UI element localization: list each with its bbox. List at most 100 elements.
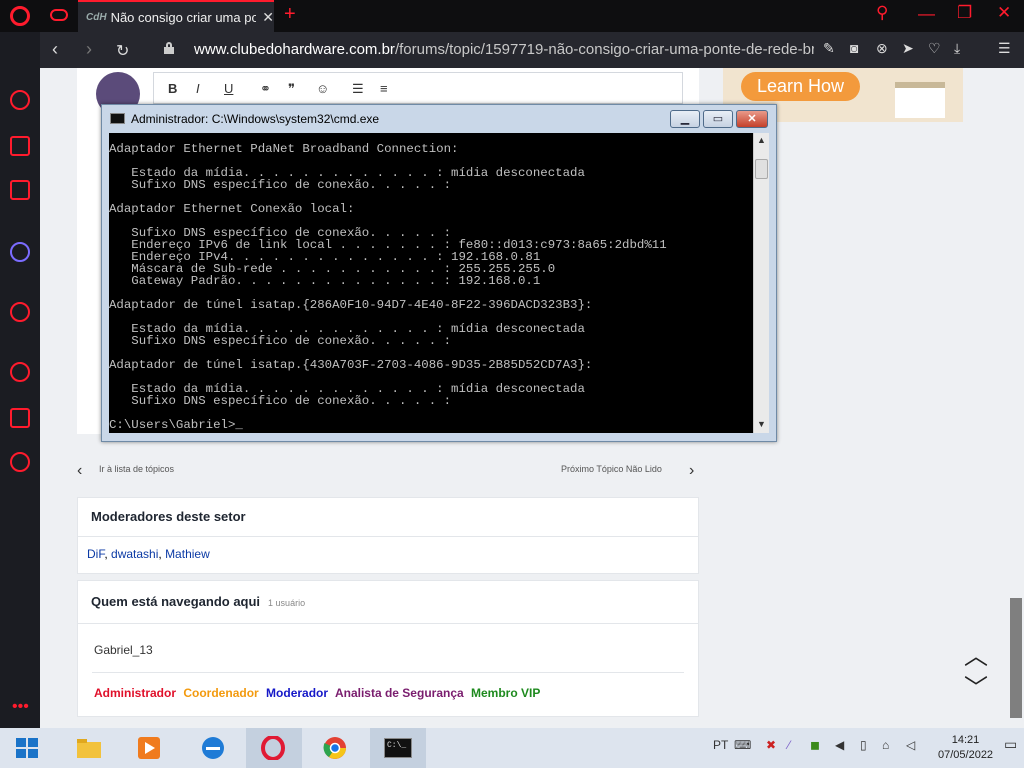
history-icon[interactable] [10,362,30,382]
clock[interactable]: 14:21 07/05/2022 [938,733,993,763]
cmd-titlebar[interactable]: Administrador: C:\Windows\system32\cmd.e… [102,105,776,133]
italic-button[interactable]: I [196,81,200,96]
bold-button[interactable]: B [168,81,177,96]
chevron-right-icon[interactable]: › [689,462,694,480]
media-player-button[interactable] [122,728,178,768]
scroll-bottom-icon[interactable]: ﹀ [964,668,988,703]
cmd-minimize-button[interactable]: ▁ [670,110,700,128]
role-coordenador: Coordenador [183,686,259,700]
edge-button[interactable] [186,728,242,768]
notifications-icon[interactable]: ▭ [1004,736,1017,753]
folder-icon [77,739,101,758]
forward-icon[interactable]: › [86,39,92,60]
language-indicator[interactable]: PT [713,738,728,752]
chrome-button[interactable] [308,728,364,768]
download-icon[interactable]: ⤓ [954,40,960,57]
link-icon[interactable]: ⚭ [260,81,271,97]
separator: , [104,547,112,561]
opera-button[interactable] [246,728,302,768]
cmd-taskbar-button[interactable]: C:\_ [370,728,426,768]
moderators-list: DiF, dwatashi, Mathiew [78,537,698,571]
cmd-maximize-button[interactable]: ▭ [703,110,733,128]
scrollbar-thumb[interactable] [1010,598,1022,718]
minimize-icon[interactable]: — [918,4,935,24]
cmd-scroll-up-icon[interactable]: ▲ [757,135,766,145]
role-legend: Administrador Coordenador Moderador Anal… [78,686,698,700]
user-count: 1 usuário [268,598,306,608]
easy-setup-icon[interactable]: ☰ [998,40,1011,57]
tab-close-icon[interactable]: ✕ [262,9,274,26]
edit-icon[interactable]: ✎ [823,40,835,57]
network-warning-icon[interactable]: ✖ [766,738,776,752]
chevron-left-icon[interactable]: ‹ [77,462,82,480]
ad-button[interactable]: Learn How [741,72,861,101]
next-link[interactable]: Próximo Tópico Não Lido [561,464,662,474]
page-scrollbar[interactable] [1008,68,1024,728]
cmd-close-button[interactable]: ✕ [736,110,768,128]
keyboard-icon[interactable]: ⌨ [734,738,751,752]
bookmark-heart-icon[interactable]: ♡ [928,40,941,57]
underline-button[interactable]: U [224,81,233,96]
cmd-icon [110,113,125,124]
adblock-icon[interactable]: ⊗ [876,40,888,57]
quote-icon[interactable]: ❞ [288,81,295,97]
file-explorer-button[interactable] [62,728,118,768]
cmd-taskbar-icon: C:\_ [384,738,412,758]
send-icon[interactable]: ➤ [902,40,914,57]
extensions-icon[interactable] [10,408,30,428]
tab-title: Não consigo criar uma pon [110,9,257,25]
search-tabs-icon[interactable]: ⚲ [876,3,888,23]
pen-icon[interactable]: ⁄ [788,738,790,752]
lock-icon[interactable] [164,42,174,54]
numbered-list-icon[interactable]: ≡ [380,81,388,96]
nvidia-icon[interactable]: ◼ [810,738,820,752]
speed-dial-icon[interactable] [10,90,30,110]
emoji-icon[interactable]: ☺ [316,81,329,96]
usb-icon[interactable]: ▯ [860,738,867,752]
media-player-icon [138,737,160,759]
tab-active[interactable]: CdH Não consigo criar uma pon ✕ [78,0,274,32]
reload-icon[interactable]: ↻ [116,41,129,61]
new-tab-icon[interactable]: + [284,3,296,26]
network-icon[interactable]: ⌂ [882,738,889,752]
moderator-link[interactable]: Mathiew [165,547,210,561]
player-icon[interactable] [10,302,30,322]
volume-icon[interactable]: ◀ [835,738,844,752]
cmd-scroll-down-icon[interactable]: ▼ [757,419,766,429]
ad-image [895,82,945,118]
settings-icon[interactable] [10,452,30,472]
gx-control-icon[interactable] [50,9,68,21]
role-membro-vip: Membro VIP [471,686,541,700]
bullet-list-icon[interactable]: ☰ [352,81,364,97]
moderators-card: Moderadores deste setor DiF, dwatashi, M… [77,497,699,574]
clock-date: 07/05/2022 [938,749,994,761]
url-field[interactable]: www.clubedohardware.com.br/forums/topic/… [194,41,814,58]
maximize-icon[interactable]: ❐ [957,3,972,23]
back-icon[interactable]: ‹ [52,39,58,60]
moderator-link[interactable]: DiF [87,547,104,561]
browsing-card: Quem está navegando aqui 1 usuário Gabrie… [77,580,699,717]
url-domain: www.clubedohardware.com.br [194,41,395,58]
cmd-scrollbar[interactable]: ▲ ▼ [753,133,769,433]
messenger-icon[interactable] [10,242,30,262]
start-button[interactable] [0,728,56,768]
scroll-top-icon[interactable]: ︿ [964,636,988,671]
topic-pager: ‹ Ir à lista de tópicos Próximo Tópico N… [77,460,699,484]
cmd-scroll-thumb[interactable] [755,159,768,179]
role-analista: Analista de Segurança [334,686,464,700]
favicon-icon: CdH [86,11,107,23]
cmd-output: Adaptador Ethernet PdaNet Broadband Conn… [109,142,667,432]
role-moderador: Moderador [266,686,329,700]
shopping-icon[interactable] [10,136,30,156]
more-icon[interactable]: ••• [12,698,29,716]
cmd-console[interactable]: Adaptador Ethernet PdaNet Broadband Conn… [109,133,753,433]
twitch-icon[interactable] [10,180,30,200]
moderator-link[interactable]: dwatashi [111,547,158,561]
opera-menu-icon[interactable] [10,6,30,26]
user-link[interactable]: Gabriel_13 [94,643,153,657]
camera-icon[interactable]: ◙ [850,40,858,56]
prev-link[interactable]: Ir à lista de tópicos [99,464,174,474]
opera-icon [261,736,285,760]
close-window-icon[interactable]: ✕ [997,3,1011,23]
speaker-mute-icon[interactable]: ◁ [906,738,915,752]
